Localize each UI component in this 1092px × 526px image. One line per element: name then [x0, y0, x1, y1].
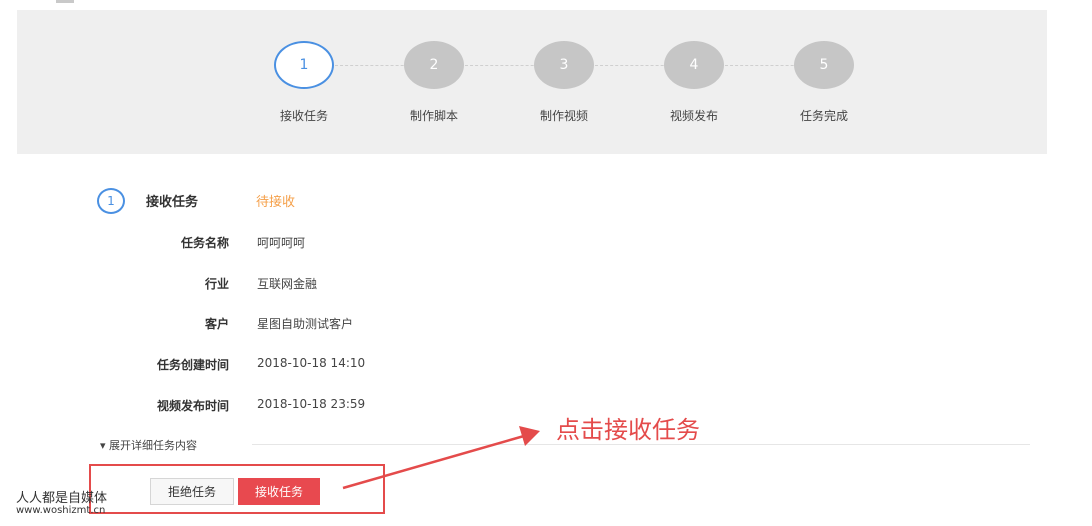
- annotation-arrow-icon: [342, 426, 540, 490]
- watermark-url: www.woshizmt.cn: [16, 505, 106, 516]
- annotation-callout: 点击接收任务: [556, 416, 700, 444]
- watermark-title: 人人都是自媒体: [16, 491, 108, 506]
